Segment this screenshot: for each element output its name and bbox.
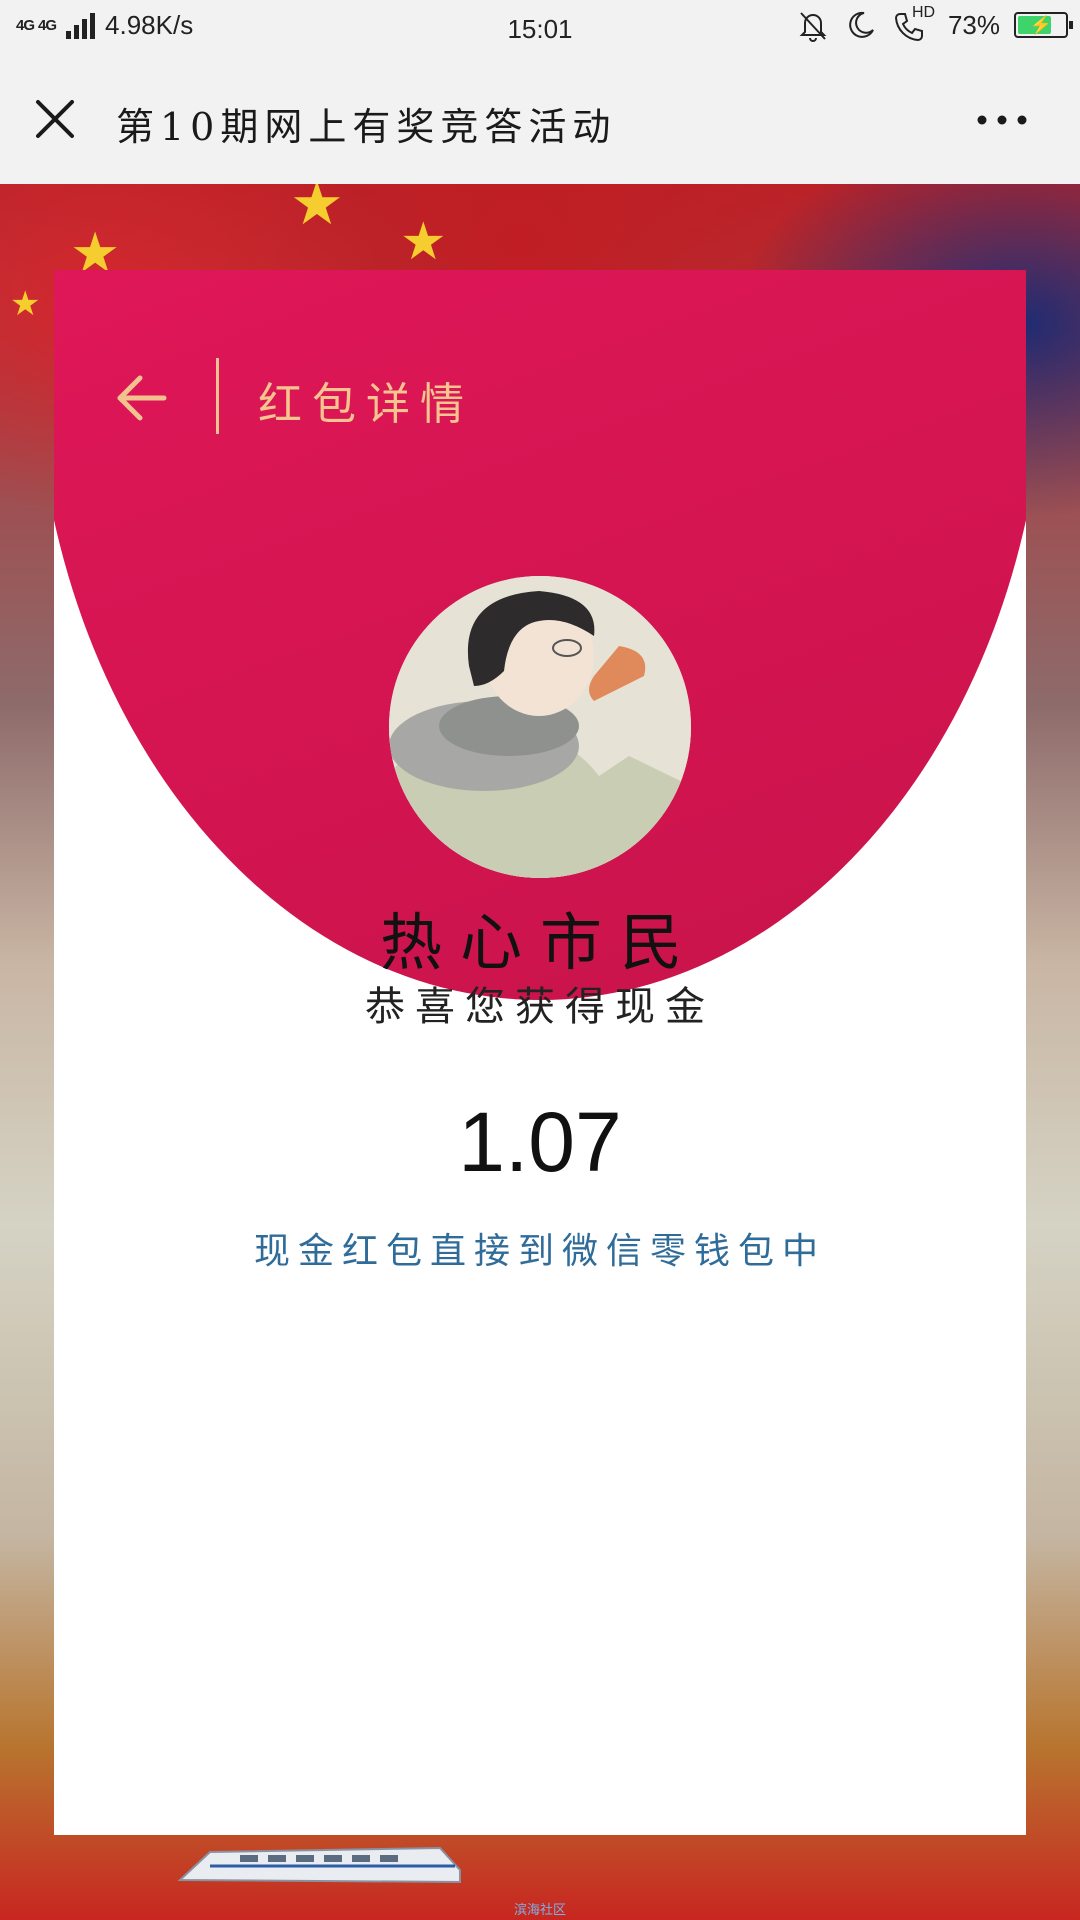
watermark-text: 滨海社区 — [513, 1903, 566, 1918]
more-options-button[interactable] — [972, 108, 1032, 132]
battery-percent: 73% — [947, 9, 1000, 40]
status-right: HD 73% ⚡ — [796, 4, 1073, 42]
cash-amount: 1.07 — [458, 1095, 622, 1189]
bell-muted-icon — [799, 12, 827, 42]
train-illustration — [177, 1846, 461, 1884]
title-bar: 第10期网上有奖竞答活动 — [0, 56, 1080, 184]
user-name: 热心市民 — [379, 906, 700, 979]
header-divider — [216, 358, 219, 434]
star-decoration: ★ — [10, 284, 41, 324]
avatar — [389, 576, 691, 878]
avatar-illustration — [389, 576, 691, 878]
status-bar: 4G 4G 4.98K/s 15:01 HD 73% ⚡ — [0, 0, 1080, 56]
battery-icon: ⚡ — [1014, 12, 1073, 38]
charging-bolt-icon: ⚡ — [1029, 15, 1053, 35]
page-title: 第10期网上有奖竞答活动 — [116, 105, 617, 149]
close-button[interactable] — [30, 94, 80, 144]
congrats-text: 恭喜您获得现金 — [365, 984, 715, 1030]
hd-call-icon: HD — [892, 4, 935, 42]
card-title: 红包详情 — [258, 379, 474, 430]
hd-label: HD — [911, 4, 936, 21]
moon-icon — [849, 11, 874, 38]
red-packet-card: 红包详情 热心市民 恭喜您获得现金 1.07 现金红包直接到微信零钱包中 — [54, 270, 1026, 1835]
back-arrow-icon[interactable] — [114, 370, 170, 426]
star-decoration: ★ — [290, 184, 344, 239]
wallet-note: 现金红包直接到微信零钱包中 — [253, 1231, 826, 1272]
star-decoration: ★ — [400, 212, 447, 272]
